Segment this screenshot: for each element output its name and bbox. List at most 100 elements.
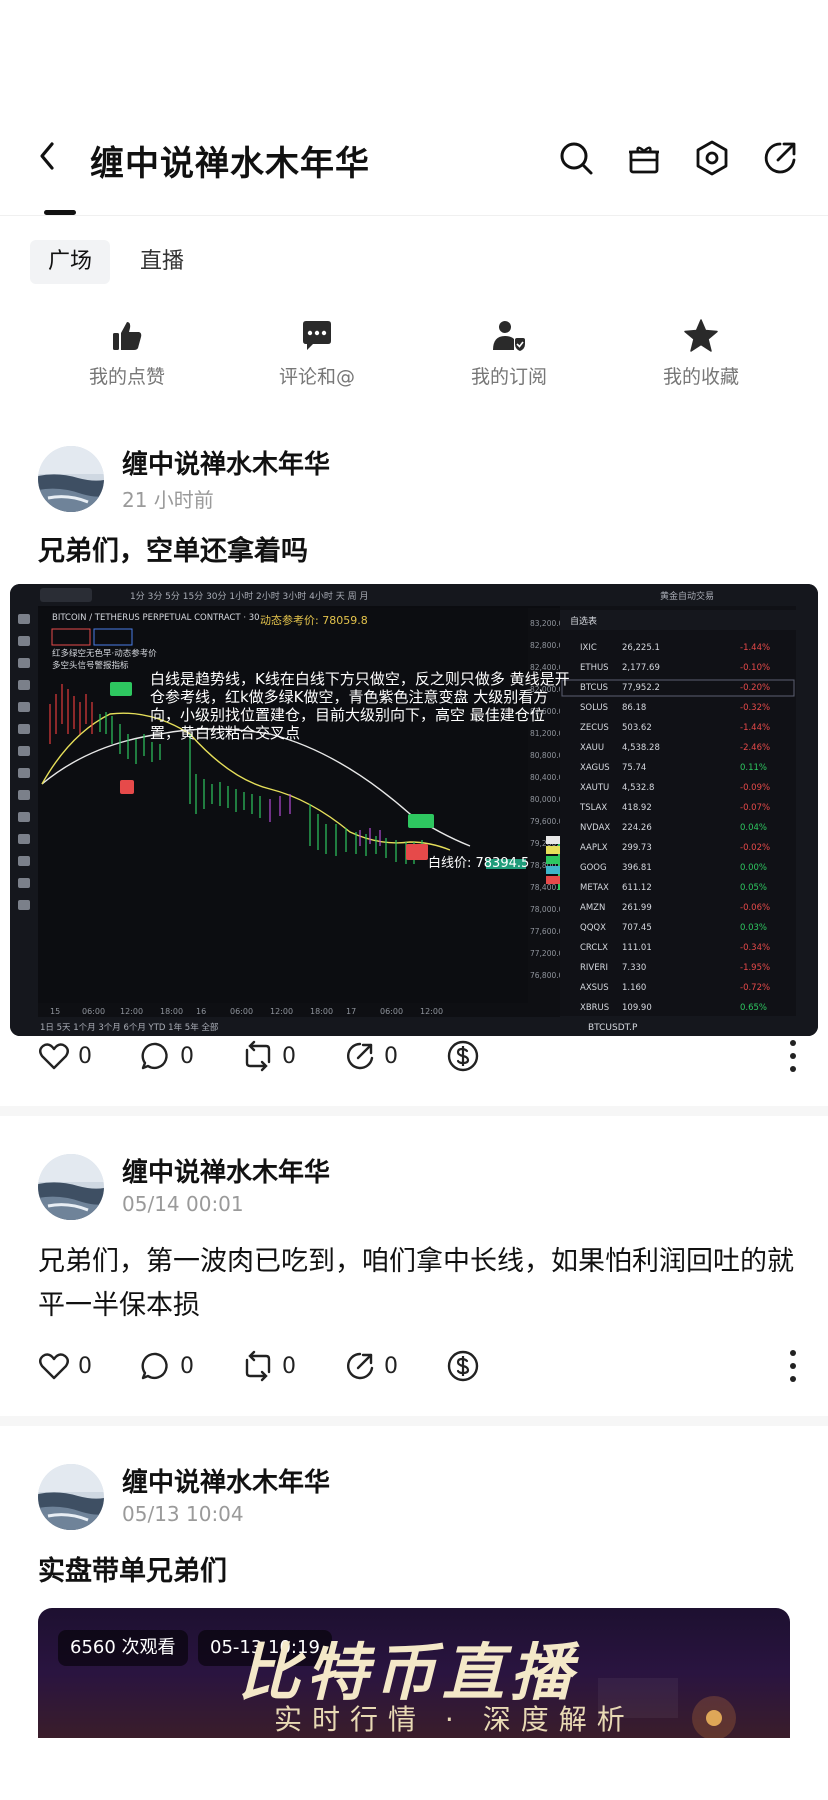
svg-text:-0.06%: -0.06% bbox=[740, 903, 770, 913]
post-author[interactable]: 缠中说禅水木年华 bbox=[122, 1462, 330, 1499]
svg-text:-0.10%: -0.10% bbox=[740, 663, 770, 673]
avatar[interactable] bbox=[38, 1464, 104, 1530]
svg-text:79,600.0: 79,600.0 bbox=[530, 817, 564, 826]
post-text[interactable]: 兄弟们，空单还拿着吗 bbox=[38, 530, 798, 574]
svg-text:77,600.0: 77,600.0 bbox=[530, 927, 564, 936]
svg-text:06:00: 06:00 bbox=[380, 1007, 403, 1016]
svg-text:-1.44%: -1.44% bbox=[740, 723, 770, 733]
shortcut-comments[interactable]: 评论和@ bbox=[242, 318, 392, 389]
post-text[interactable]: 兄弟们，第一波肉已吃到，咱们拿中长线，如果怕利润回吐的就平一半保本损 bbox=[38, 1240, 798, 1328]
svg-text:12:00: 12:00 bbox=[120, 1007, 143, 1016]
share-count: 0 bbox=[384, 1353, 398, 1379]
svg-text:396.81: 396.81 bbox=[622, 863, 652, 873]
like-button[interactable]: 0 bbox=[38, 1346, 92, 1386]
post-video[interactable]: 6560 次观看 05-13 10:19 比特币直播 实时行情 · 深度解析 bbox=[38, 1608, 790, 1738]
svg-text:红多绿空无色早·动态参考价: 红多绿空无色早·动态参考价 bbox=[52, 648, 157, 659]
svg-text:26,225.1: 26,225.1 bbox=[622, 643, 660, 653]
heart-icon bbox=[39, 1353, 69, 1380]
header-divider bbox=[0, 215, 828, 216]
svg-text:BITCOIN / TETHERUS PERPETUAL C: BITCOIN / TETHERUS PERPETUAL CONTRACT · … bbox=[52, 613, 260, 623]
avatar[interactable] bbox=[38, 446, 104, 512]
white-line-price: 白线价: 78394.5 bbox=[428, 856, 530, 871]
svg-text:ETHUS: ETHUS bbox=[580, 663, 609, 673]
comment-button[interactable]: 0 bbox=[140, 1346, 194, 1386]
settings-icon[interactable] bbox=[692, 138, 732, 178]
avatar[interactable] bbox=[38, 1154, 104, 1220]
svg-text:109.90: 109.90 bbox=[622, 1003, 652, 1013]
svg-text:0.05%: 0.05% bbox=[740, 883, 767, 893]
svg-text:TSLAX: TSLAX bbox=[579, 803, 607, 813]
post-time: 05/13 10:04 bbox=[122, 1502, 244, 1526]
svg-text:AMZN: AMZN bbox=[580, 903, 605, 913]
repost-button[interactable]: 0 bbox=[242, 1036, 296, 1076]
svg-text:12:00: 12:00 bbox=[270, 1007, 293, 1016]
thumbs-up-icon bbox=[113, 322, 142, 350]
svg-text:77,952.2: 77,952.2 bbox=[622, 683, 660, 693]
comment-button[interactable]: 0 bbox=[140, 1036, 194, 1076]
svg-text:503.62: 503.62 bbox=[622, 723, 652, 733]
search-icon[interactable] bbox=[556, 138, 596, 178]
svg-text:1分 3分 5分 15分 30分 1小时 2小时 3小时 4: 1分 3分 5分 15分 30分 1小时 2小时 3小时 4小时 天 周 月 bbox=[130, 590, 368, 602]
svg-text:418.92: 418.92 bbox=[622, 803, 652, 813]
svg-text:78,000.0: 78,000.0 bbox=[530, 905, 564, 914]
share-arrow-icon bbox=[347, 1352, 374, 1380]
post-image-trading-chart[interactable]: 1分 3分 5分 15分 30分 1小时 2小时 3小时 4小时 天 周 月 黄… bbox=[10, 584, 818, 1036]
post-time: 05/14 00:01 bbox=[122, 1192, 244, 1216]
tab-square[interactable]: 广场 bbox=[30, 240, 111, 284]
svg-text:0.00%: 0.00% bbox=[740, 863, 767, 873]
svg-text:75.74: 75.74 bbox=[622, 763, 646, 773]
share-count: 0 bbox=[384, 1043, 398, 1069]
shortcut-label: 我的收藏 bbox=[662, 366, 739, 388]
svg-text:AXSUS: AXSUS bbox=[580, 983, 609, 993]
video-subtitle: 实时行情 · 深度解析 bbox=[274, 1703, 635, 1736]
tip-button[interactable] bbox=[446, 1036, 480, 1076]
svg-text:-1.44%: -1.44% bbox=[740, 643, 770, 653]
shortcut-label: 评论和@ bbox=[278, 366, 355, 388]
svg-text:GOOG: GOOG bbox=[580, 863, 607, 873]
svg-text:自选表: 自选表 bbox=[570, 615, 597, 627]
share-icon[interactable] bbox=[760, 138, 800, 178]
svg-text:82,800.0: 82,800.0 bbox=[530, 641, 564, 650]
svg-text:4,532.8: 4,532.8 bbox=[622, 783, 654, 793]
post-text[interactable]: 实盘带单兄弟们 bbox=[38, 1550, 798, 1594]
svg-text:80,400.0: 80,400.0 bbox=[530, 773, 564, 782]
post-author[interactable]: 缠中说禅水木年华 bbox=[122, 444, 330, 481]
svg-text:06:00: 06:00 bbox=[230, 1007, 253, 1016]
page-title: 缠中说禅水木年华 bbox=[90, 144, 370, 184]
more-icon[interactable] bbox=[788, 1348, 798, 1384]
back-icon[interactable] bbox=[28, 134, 68, 178]
shortcut-my-likes[interactable]: 我的点赞 bbox=[52, 318, 202, 389]
app-header: 缠中说禅水木年华 bbox=[0, 0, 828, 216]
svg-text:0.11%: 0.11% bbox=[740, 763, 767, 773]
like-button[interactable]: 0 bbox=[38, 1036, 92, 1076]
svg-text:-0.34%: -0.34% bbox=[740, 943, 770, 953]
tip-button[interactable] bbox=[446, 1346, 480, 1386]
svg-text:86.18: 86.18 bbox=[622, 703, 646, 713]
svg-text:XAUU: XAUU bbox=[580, 743, 604, 753]
share-button[interactable]: 0 bbox=[344, 1346, 398, 1386]
chart-annotation: 白线是趋势线，K线在白线下方只做空，反之则只做多 黄线是开仓参考线，红k做多绿K… bbox=[150, 670, 570, 742]
svg-text:XBRUS: XBRUS bbox=[580, 1003, 609, 1013]
svg-text:261.99: 261.99 bbox=[622, 903, 652, 913]
svg-text:-0.20%: -0.20% bbox=[740, 683, 770, 693]
svg-text:BTCUSDT.P: BTCUSDT.P bbox=[588, 1023, 638, 1033]
svg-text:1.160: 1.160 bbox=[622, 983, 646, 993]
star-icon bbox=[684, 319, 718, 352]
shortcut-favorites[interactable]: 我的收藏 bbox=[626, 318, 776, 389]
dollar-icon bbox=[447, 1350, 479, 1382]
repost-button[interactable]: 0 bbox=[242, 1346, 296, 1386]
svg-text:18:00: 18:00 bbox=[160, 1007, 183, 1016]
svg-text:METAX: METAX bbox=[580, 883, 609, 893]
post-author[interactable]: 缠中说禅水木年华 bbox=[122, 1152, 330, 1189]
svg-text:12:00: 12:00 bbox=[420, 1007, 443, 1016]
svg-text:80,800.0: 80,800.0 bbox=[530, 751, 564, 760]
more-icon[interactable] bbox=[788, 1038, 798, 1074]
shortcut-subscriptions[interactable]: 我的订阅 bbox=[434, 318, 584, 389]
post-divider bbox=[0, 1416, 828, 1426]
svg-text:15: 15 bbox=[50, 1007, 60, 1016]
gift-icon[interactable] bbox=[624, 138, 664, 178]
comment-count: 0 bbox=[180, 1043, 194, 1069]
shortcut-label: 我的点赞 bbox=[88, 366, 165, 388]
share-button[interactable]: 0 bbox=[344, 1036, 398, 1076]
tab-live[interactable]: 直播 bbox=[122, 240, 202, 284]
